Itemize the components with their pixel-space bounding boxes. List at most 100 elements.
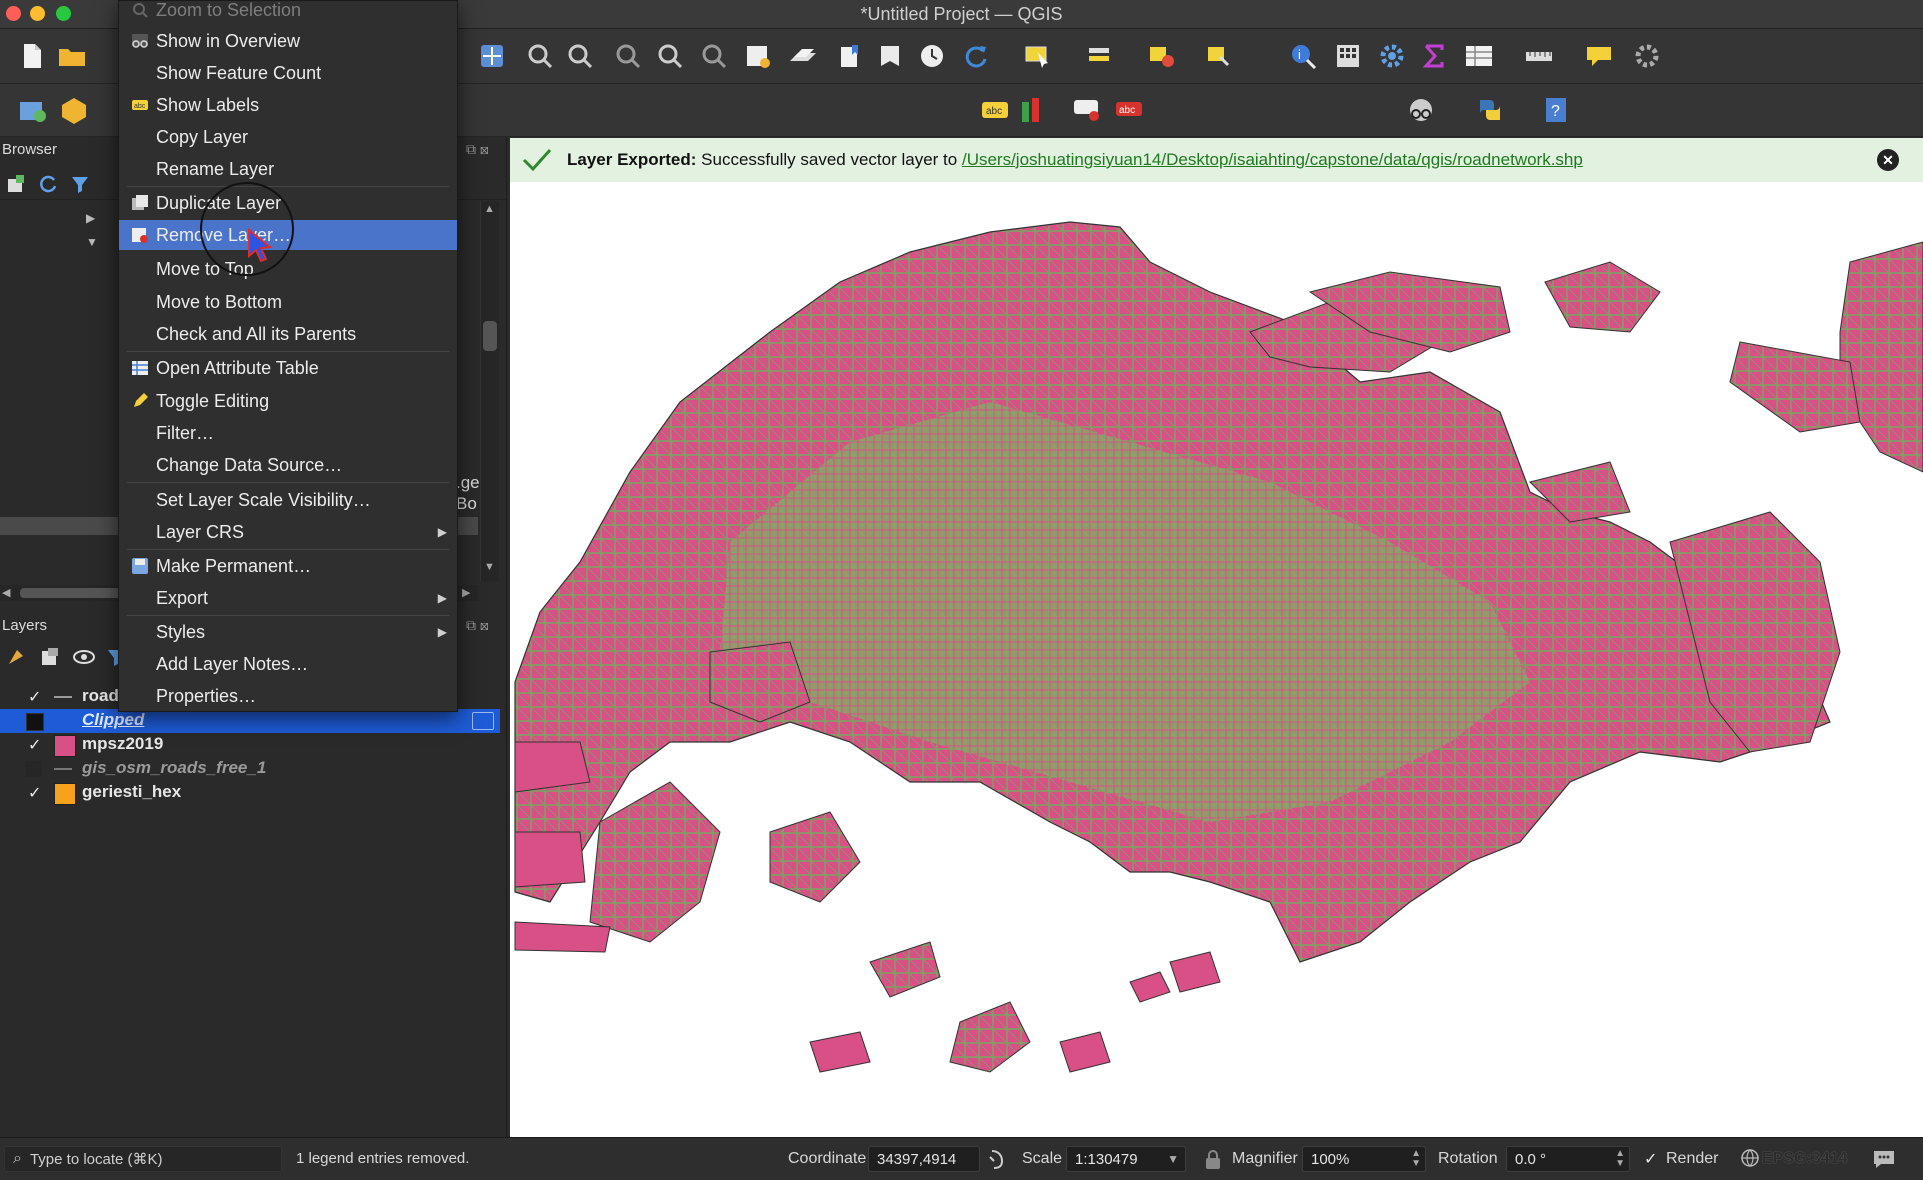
menu-filter[interactable]: Filter… <box>119 418 457 448</box>
layer-indicator-icon[interactable] <box>472 712 494 730</box>
layers-float-close-icon[interactable]: ⧉ ⊠ <box>466 617 506 635</box>
menu-change-data-source[interactable]: Change Data Source… <box>119 450 457 480</box>
map-canvas[interactable] <box>510 182 1923 1137</box>
layer-row-mpsz2019[interactable]: ✓ mpsz2019 <box>0 733 500 757</box>
statistics-sigma-icon[interactable] <box>1420 42 1448 70</box>
overview-icon <box>131 32 149 50</box>
browser-vertical-scrollbar[interactable]: ▲ ▼ <box>480 201 499 581</box>
svg-text:?: ? <box>1551 103 1560 120</box>
toolbox-gear-icon[interactable] <box>1378 42 1406 70</box>
zoom-layer-icon[interactable] <box>744 42 772 70</box>
add-group-icon[interactable] <box>40 647 60 672</box>
new-bookmark-icon[interactable] <box>836 42 864 70</box>
menu-separator <box>127 351 449 352</box>
action-gear-icon[interactable] <box>1634 42 1662 70</box>
messages-icon[interactable] <box>1872 1148 1896 1175</box>
show-bookmarks-icon[interactable] <box>876 42 904 70</box>
select-features-icon[interactable] <box>1024 42 1052 70</box>
menu-properties[interactable]: Properties… <box>119 681 457 711</box>
menu-move-to-top[interactable]: Move to Top <box>119 254 457 284</box>
label-pin-icon[interactable] <box>1072 96 1100 124</box>
layer-checkbox-road[interactable]: ✓ <box>28 687 41 707</box>
crs-label[interactable]: EPSG:3414 <box>1762 1150 1847 1168</box>
stepper-icon[interactable]: ▲ ▼ <box>1615 1149 1625 1169</box>
layer-checkbox-gis-osm-roads[interactable] <box>26 761 42 777</box>
zoom-full-icon[interactable] <box>656 42 684 70</box>
identify-features-icon[interactable]: i <box>1290 42 1318 70</box>
message-link[interactable]: /Users/joshuatingsiyuan14/Desktop/isaiah… <box>962 150 1583 169</box>
layer-row-clipped[interactable]: Clipped <box>0 709 500 733</box>
label-show-hide-icon[interactable]: abc <box>1114 96 1142 124</box>
zoom-last-icon[interactable] <box>788 42 816 70</box>
menu-show-in-overview[interactable]: Show in Overview <box>119 26 457 56</box>
python-console-icon[interactable] <box>1476 96 1504 124</box>
pan-map-icon[interactable] <box>478 42 506 70</box>
label-toolbar-icon[interactable]: abc <box>980 96 1008 124</box>
menu-add-layer-notes[interactable]: Add Layer Notes… <box>119 649 457 679</box>
menu-open-attribute-table[interactable]: Open Attribute Table <box>119 353 457 383</box>
plugin-search-icon[interactable] <box>1406 96 1434 124</box>
refresh-browser-icon[interactable] <box>38 174 58 199</box>
map-tips-icon[interactable] <box>1584 42 1612 70</box>
new-geopackage-icon[interactable] <box>60 96 88 124</box>
menu-export[interactable]: Export ▶ <box>119 583 457 613</box>
attribute-table-icon[interactable] <box>1464 42 1492 70</box>
lock-scale-icon[interactable] <box>1204 1149 1222 1176</box>
diagram-icon[interactable] <box>1018 96 1046 124</box>
open-project-icon[interactable] <box>58 42 86 70</box>
menu-rename-layer[interactable]: Rename Layer <box>119 154 457 184</box>
submenu-arrow-icon: ▶ <box>437 525 447 539</box>
menu-styles[interactable]: Styles ▶ <box>119 617 457 647</box>
globe-icon[interactable] <box>1740 1148 1760 1173</box>
toggle-extents-mouse-icon[interactable] <box>986 1148 1006 1175</box>
select-by-value-icon[interactable] <box>1086 42 1114 70</box>
zoom-in-icon[interactable] <box>526 42 554 70</box>
measure-line-icon[interactable] <box>1524 42 1552 70</box>
close-message-icon[interactable]: ✕ <box>1877 149 1899 171</box>
menu-move-to-bottom[interactable]: Move to Bottom <box>119 287 457 317</box>
locator-search[interactable]: ⌕ Type to locate (⌘K) <box>4 1146 282 1172</box>
layer-checkbox-mpsz2019[interactable]: ✓ <box>28 735 41 755</box>
scale-field[interactable]: 1:130479 ▼ <box>1066 1146 1186 1172</box>
rotation-field[interactable]: 0.0 ° ▲ ▼ <box>1506 1146 1630 1172</box>
menu-copy-layer[interactable]: Copy Layer <box>119 122 457 152</box>
style-manager-icon[interactable] <box>6 647 26 672</box>
stepper-icon[interactable]: ▲ ▼ <box>1411 1149 1421 1169</box>
menu-make-permanent[interactable]: Make Permanent… <box>119 551 457 581</box>
select-location-icon[interactable] <box>1206 42 1234 70</box>
layer-row-gis-osm-roads[interactable]: gis_osm_roads_free_1 <box>0 757 500 781</box>
deselect-features-icon[interactable] <box>1148 42 1176 70</box>
zoom-native-icon[interactable] <box>614 42 642 70</box>
menu-set-layer-scale-visibility[interactable]: Set Layer Scale Visibility… <box>119 485 457 515</box>
tree-expand-icon[interactable]: ▶ <box>86 211 95 225</box>
layer-name: road <box>82 686 119 705</box>
refresh-icon[interactable] <box>962 42 990 70</box>
help-icon[interactable]: ? <box>1542 96 1570 124</box>
visibility-eye-icon[interactable] <box>72 647 96 672</box>
zoom-out-icon[interactable] <box>566 42 594 70</box>
tree-collapse-icon[interactable]: ▼ <box>86 235 98 249</box>
render-checkbox[interactable]: ✓ <box>1644 1149 1657 1169</box>
menu-show-feature-count[interactable]: Show Feature Count <box>119 58 457 88</box>
panel-float-close-icon[interactable]: ⧉ ⊠ <box>466 141 506 159</box>
menu-show-labels[interactable]: abc Show Labels <box>119 90 457 120</box>
layer-checkbox-clipped[interactable] <box>26 713 44 731</box>
menu-toggle-editing[interactable]: Toggle Editing <box>119 386 457 416</box>
new-project-icon[interactable] <box>18 42 46 70</box>
menu-check-parents[interactable]: Check and All its Parents <box>119 319 457 349</box>
magnifier-field[interactable]: 100% ▲ ▼ <box>1302 1146 1426 1172</box>
filter-browser-icon[interactable] <box>70 174 90 199</box>
message-content: Layer Exported: Successfully saved vecto… <box>567 150 1583 170</box>
data-source-manager-icon[interactable] <box>18 96 46 124</box>
menu-separator <box>127 482 449 483</box>
layer-checkbox-geriesti-hex[interactable]: ✓ <box>28 783 41 803</box>
zoom-selection-toolbar-icon[interactable] <box>700 42 728 70</box>
add-selected-icon[interactable] <box>6 174 26 199</box>
temporal-controller-icon[interactable] <box>918 42 946 70</box>
layer-row-geriesti-hex[interactable]: ✓ geriesti_hex <box>0 781 500 805</box>
menu-zoom-to-selection[interactable]: Zoom to Selection <box>119 0 457 25</box>
menu-layer-crs[interactable]: Layer CRS ▶ <box>119 517 457 547</box>
message-title: Layer Exported: <box>567 150 697 169</box>
coordinate-field[interactable]: 34397,4914 <box>868 1146 980 1172</box>
field-calculator-icon[interactable] <box>1334 42 1362 70</box>
